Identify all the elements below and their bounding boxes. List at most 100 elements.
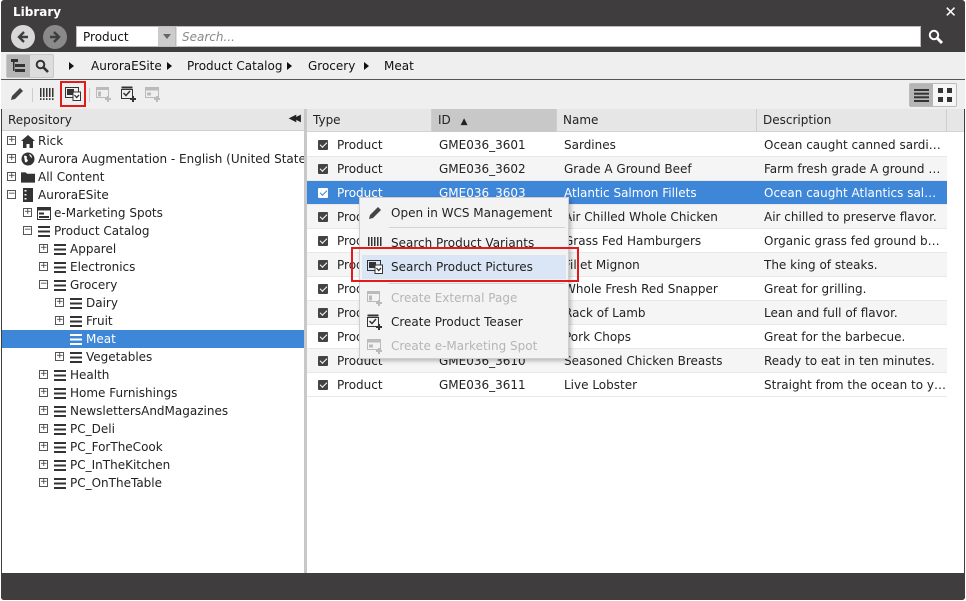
expand-icon[interactable]: + bbox=[39, 424, 48, 433]
expand-icon[interactable]: + bbox=[39, 406, 48, 415]
cell-id: GME036_3602 bbox=[439, 162, 526, 176]
list-view-button[interactable] bbox=[910, 84, 933, 106]
tree-item[interactable]: + e-Marketing Spots bbox=[2, 204, 304, 222]
teaser-add-icon bbox=[367, 314, 383, 330]
picture-search-icon bbox=[367, 259, 383, 275]
search-view-button[interactable] bbox=[30, 55, 53, 77]
expand-icon[interactable]: + bbox=[55, 316, 64, 325]
breadcrumb-item[interactable]: Grocery bbox=[308, 59, 355, 73]
cell-type: Product bbox=[337, 162, 383, 176]
catalog-icon bbox=[69, 296, 83, 310]
table-row[interactable]: Product GME036_3602 Grade A Ground Beef Far… bbox=[307, 157, 947, 181]
expand-icon[interactable]: + bbox=[55, 352, 64, 361]
create-external-page-button[interactable] bbox=[94, 84, 114, 104]
tree-item-label: Dairy bbox=[86, 296, 118, 310]
search-product-variants-button[interactable] bbox=[37, 84, 57, 104]
menu-item-label: Open in WCS Management bbox=[391, 206, 553, 220]
tree-item[interactable]: + Fruit bbox=[2, 312, 304, 330]
close-icon[interactable]: ✕ bbox=[944, 3, 957, 21]
spot-icon bbox=[37, 206, 51, 220]
type-select[interactable]: Product bbox=[76, 26, 176, 47]
back-button[interactable] bbox=[11, 25, 35, 49]
create-emarketing-spot-button[interactable] bbox=[143, 84, 163, 104]
collapse-icon[interactable]: − bbox=[23, 226, 32, 235]
chevron-down-icon[interactable] bbox=[158, 27, 175, 46]
menu-item-search-product-variants[interactable]: Search Product Variants bbox=[362, 231, 566, 255]
expand-icon[interactable]: + bbox=[39, 388, 48, 397]
tree-item-label: Apparel bbox=[70, 242, 117, 256]
tree-item-label: All Content bbox=[38, 170, 105, 184]
column-header-description[interactable]: Description bbox=[757, 109, 947, 132]
breadcrumb-item[interactable]: Product Catalog bbox=[187, 59, 282, 73]
create-product-teaser-button[interactable] bbox=[119, 84, 139, 104]
menu-item-label: Search Product Variants bbox=[391, 236, 535, 250]
toolbar bbox=[1, 80, 965, 109]
catalog-icon bbox=[53, 386, 67, 400]
tree-item[interactable]: + Rick bbox=[2, 132, 304, 150]
cell-description: Ready to eat in ten minutes. bbox=[764, 354, 935, 368]
repository-title: Repository bbox=[8, 113, 72, 127]
table-row[interactable]: Product GME036_3601 Sardines Ocean caught c… bbox=[307, 133, 947, 157]
tree-item[interactable]: − Grocery bbox=[2, 276, 304, 294]
menu-item-label: Create e-Marketing Spot bbox=[391, 339, 538, 353]
expand-icon[interactable]: + bbox=[39, 244, 48, 253]
title-bar: Library ✕ bbox=[1, 0, 965, 24]
search-input[interactable] bbox=[176, 26, 921, 47]
edit-button[interactable] bbox=[7, 84, 27, 104]
collapse-icon[interactable]: − bbox=[7, 190, 16, 199]
tree-item[interactable]: + PC_Deli bbox=[2, 420, 304, 438]
column-header-name[interactable]: Name bbox=[557, 109, 757, 132]
column-header-id[interactable]: ID ▲ bbox=[432, 109, 557, 132]
expand-icon[interactable]: + bbox=[7, 154, 16, 163]
product-icon bbox=[318, 332, 328, 342]
tree-item[interactable]: − Product Catalog bbox=[2, 222, 304, 240]
forward-button[interactable] bbox=[43, 25, 67, 49]
menu-item-create-external-page[interactable]: Create External Page bbox=[362, 286, 566, 310]
tree-item[interactable]: − AuroraESite bbox=[2, 186, 304, 204]
site-icon bbox=[21, 188, 35, 202]
search-product-pictures-button[interactable] bbox=[60, 81, 86, 107]
tree-item[interactable]: + PC_OnTheTable bbox=[2, 474, 304, 492]
menu-item-create-product-teaser[interactable]: Create Product Teaser bbox=[362, 310, 566, 334]
spot-add-icon bbox=[367, 338, 383, 354]
search-button[interactable] bbox=[925, 25, 947, 49]
catalog-icon bbox=[53, 242, 67, 256]
tree-item[interactable]: + NewslettersAndMagazines bbox=[2, 402, 304, 420]
tree-item[interactable]: + PC_ForTheCook bbox=[2, 438, 304, 456]
collapse-icon[interactable]: − bbox=[39, 280, 48, 289]
tree-item[interactable]: + All Content bbox=[2, 168, 304, 186]
expand-icon[interactable]: + bbox=[39, 370, 48, 379]
menu-item-open-in-wcs-management[interactable]: Open in WCS Management bbox=[362, 201, 566, 225]
column-header-type[interactable]: Type bbox=[307, 109, 432, 132]
tree-item[interactable]: + Health bbox=[2, 366, 304, 384]
tree-item-label: Aurora Augmentation - English (United St… bbox=[38, 152, 317, 166]
expand-icon[interactable]: + bbox=[39, 262, 48, 271]
menu-item-create-emarketing-spot[interactable]: Create e-Marketing Spot bbox=[362, 334, 566, 358]
menu-item-search-product-pictures[interactable]: Search Product Pictures bbox=[362, 255, 566, 279]
product-icon bbox=[318, 140, 328, 150]
tree-item[interactable]: + Home Furnishings bbox=[2, 384, 304, 402]
expand-icon[interactable]: + bbox=[7, 172, 16, 181]
cell-name: Rack of Lamb bbox=[564, 306, 646, 320]
double-chevron-left-icon[interactable]: ◀◀ bbox=[289, 113, 302, 124]
tree-item[interactable]: + Vegetables bbox=[2, 348, 304, 366]
table-row[interactable]: Product GME036_3611 Live Lobster Straight f… bbox=[307, 373, 947, 397]
expand-icon[interactable]: + bbox=[23, 208, 32, 217]
expand-icon[interactable]: + bbox=[39, 478, 48, 487]
tree-item[interactable]: + Apparel bbox=[2, 240, 304, 258]
tree-item[interactable]: + Electronics bbox=[2, 258, 304, 276]
tree-item[interactable]: + Aurora Augmentation - English (United S… bbox=[2, 150, 317, 168]
tree-item[interactable]: + Dairy bbox=[2, 294, 304, 312]
expand-icon[interactable]: + bbox=[39, 442, 48, 451]
expand-icon[interactable]: + bbox=[55, 298, 64, 307]
expand-icon[interactable]: + bbox=[7, 136, 16, 145]
tree-view-button[interactable] bbox=[7, 55, 30, 77]
tree-item[interactable]: Meat bbox=[2, 330, 304, 348]
tree-item[interactable]: + PC_InTheKitchen bbox=[2, 456, 304, 474]
repository-tree: + Rick + Aurora Augmentation - English (Uni… bbox=[2, 132, 317, 492]
breadcrumb-item[interactable]: Meat bbox=[384, 59, 414, 73]
breadcrumb-item[interactable]: AuroraESite bbox=[91, 59, 162, 73]
expand-icon[interactable]: + bbox=[39, 460, 48, 469]
cell-description: Ocean caught Atlantics salmon ... bbox=[764, 186, 946, 200]
grid-view-button[interactable] bbox=[933, 84, 956, 106]
